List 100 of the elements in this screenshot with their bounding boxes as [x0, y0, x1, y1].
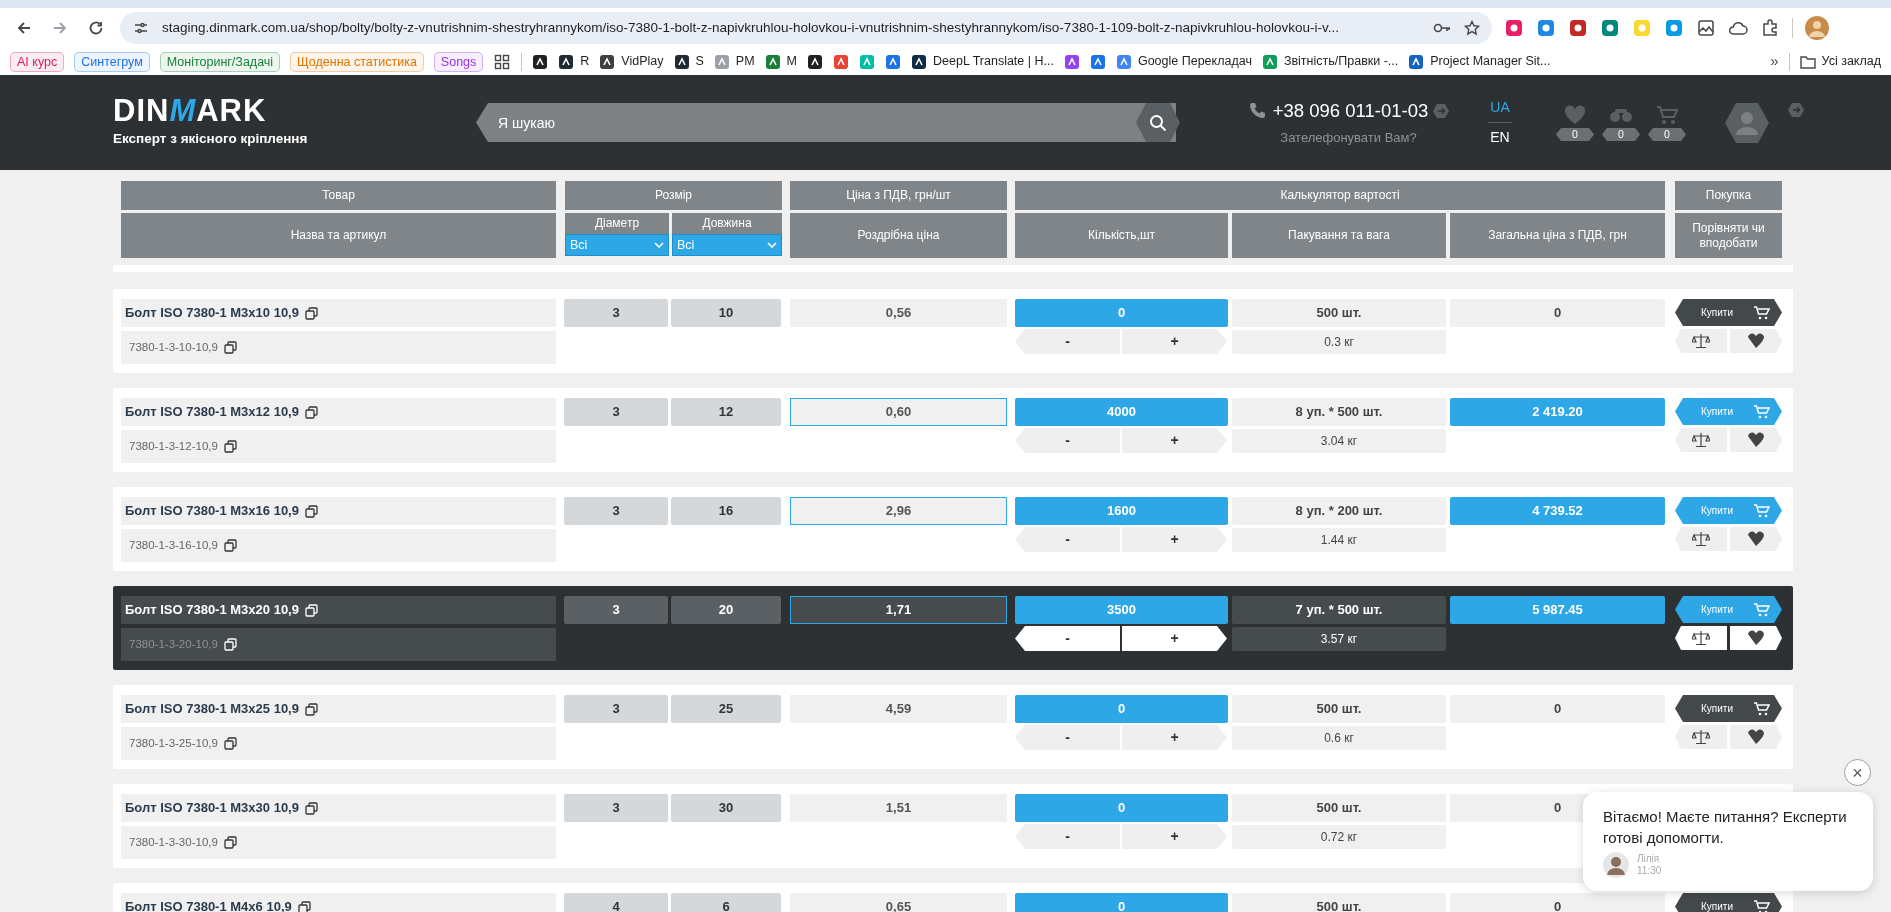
bookmark-tag[interactable]: Моніторинг/Задачі — [159, 51, 281, 72]
copy-icon[interactable] — [304, 405, 318, 419]
packing-cell: 500 шт. — [1232, 695, 1446, 723]
wishlist-button[interactable] — [1730, 626, 1782, 650]
extension-icon[interactable] — [1568, 18, 1588, 38]
search-field[interactable]: Я шукаю — [476, 103, 1176, 142]
weight-cell: 1.44 кг — [1232, 528, 1446, 552]
column-header: Кількість,шт — [1015, 213, 1228, 258]
heart-icon — [1747, 531, 1765, 547]
compare-button[interactable] — [1675, 725, 1727, 749]
copy-icon[interactable] — [304, 306, 318, 320]
puzzle-icon[interactable] — [1760, 18, 1780, 38]
logo[interactable]: DINMARK — [113, 95, 267, 128]
cart-icon — [1754, 899, 1770, 912]
total-cell: 2 419.20 — [1450, 398, 1665, 426]
compare-button[interactable] — [1675, 329, 1727, 353]
caret-icon — [654, 242, 664, 248]
bookmark-link[interactable]: M — [764, 52, 798, 71]
bookmark-link[interactable]: Звітність/Правки -... — [1261, 52, 1399, 71]
decrease-button[interactable]: - — [1015, 824, 1120, 849]
bookmark-link[interactable]: S — [673, 52, 704, 71]
copy-icon[interactable] — [223, 341, 237, 354]
copy-icon[interactable] — [297, 900, 311, 912]
extension-icon[interactable] — [1536, 18, 1556, 38]
wishlist-button[interactable] — [1730, 329, 1782, 353]
copy-icon[interactable] — [304, 603, 318, 617]
language-option[interactable]: UA — [1490, 97, 1510, 118]
decrease-button[interactable]: - — [1015, 428, 1120, 453]
callback-link[interactable]: Зателефонувати Вам? — [1280, 128, 1417, 148]
bookmark-link[interactable]: DeepL Translate | H... — [911, 52, 1054, 71]
phone-number[interactable]: +38 096 011-01-03 — [1272, 97, 1429, 126]
scales-icon — [1692, 630, 1710, 646]
extension-icon[interactable] — [1664, 18, 1684, 38]
bookmark-favicon[interactable] — [532, 53, 549, 70]
extension-icon[interactable] — [1600, 18, 1620, 38]
product-row[interactable]: Болт ISO 7380-1 M3x16 10,9 7380-1-3-16-10,9 3 16 2,96 1600 - + 8 уп. * 200 шт. 1.44 кг 4 739.52 Купити — [113, 487, 1793, 571]
increase-button[interactable]: + — [1122, 626, 1227, 651]
more-bookmarks-button[interactable]: » — [1770, 50, 1779, 73]
copy-icon[interactable] — [223, 539, 237, 552]
copy-icon[interactable] — [304, 801, 318, 815]
wishlist-button[interactable] — [1730, 527, 1782, 551]
product-row[interactable]: Болт ISO 7380-1 M3x25 10,9 7380-1-3-25-10,9 3 25 4,59 0 - + 500 шт. 0.6 кг 0 Купити — [113, 685, 1793, 769]
increase-button[interactable]: + — [1122, 329, 1227, 354]
decrease-button[interactable]: - — [1015, 329, 1120, 354]
product-row[interactable]: Болт ISO 7380-1 M3x10 10,9 7380-1-3-10-10,9 3 10 0,56 0 - + 500 шт. 0.3 кг 0 Купити — [113, 289, 1793, 373]
wishlist-button[interactable] — [1730, 428, 1782, 452]
language-option[interactable]: EN — [1490, 127, 1510, 148]
increase-button[interactable]: + — [1122, 527, 1227, 552]
weight-cell: 0.6 кг — [1232, 726, 1446, 750]
compare-button[interactable] — [1675, 626, 1727, 650]
copy-icon[interactable] — [304, 702, 318, 716]
product-row[interactable]: Болт ISO 7380-1 M3x20 10,9 7380-1-3-20-10,9 3 20 1,71 3500 - + 7 уп. * 500 шт. 3.57 кг 5 987.45 Купити — [113, 586, 1793, 670]
increase-button[interactable]: + — [1122, 428, 1227, 453]
bookmark-link[interactable]: Project Manager Sit... — [1408, 52, 1551, 71]
bookmark-link[interactable]: R — [558, 52, 590, 71]
counter-badge: 0 — [1602, 128, 1640, 141]
heart-icon — [1747, 630, 1765, 646]
copy-icon[interactable] — [223, 836, 237, 849]
address-bar[interactable]: staging.dinmark.com.ua/shop/bolty/bolty-z-vnutrishnim-shestryhrannykom/iso-7380-1-bolt-z-napivkruhlou-holovkou-i-vnutrishnim-shestyhrannykom/iso-7380-1-109-bolt-z-napivkruhlou-holovkou-i-v... — [120, 12, 1492, 44]
compare-button[interactable] — [1675, 527, 1727, 551]
bookmark-link[interactable]: VidPlay — [599, 52, 664, 71]
increase-button[interactable]: + — [1122, 725, 1227, 750]
product-code: 7380-1-3-25-10,9 — [129, 735, 218, 751]
image-icon[interactable] — [1696, 18, 1716, 38]
diameter-cell: 4 — [564, 893, 668, 912]
decrease-button[interactable]: - — [1015, 725, 1120, 750]
user-avatar[interactable] — [1724, 101, 1770, 144]
buy-button[interactable]: Купити — [1675, 695, 1782, 722]
column-header: Ціна з ПДВ, грн/шт — [790, 181, 1007, 210]
buy-button[interactable]: Купити — [1675, 893, 1782, 912]
star-icon[interactable] — [1462, 18, 1482, 38]
copy-icon[interactable] — [223, 638, 237, 651]
copy-icon[interactable] — [304, 504, 318, 518]
increase-button[interactable]: + — [1122, 824, 1227, 849]
extension-icon[interactable] — [1504, 18, 1524, 38]
counter-badge: 0 — [1648, 128, 1686, 141]
bookmark-link[interactable]: PM — [713, 52, 755, 71]
decrease-button[interactable]: - — [1015, 626, 1120, 651]
caret-icon — [767, 242, 777, 248]
bookmark-tag[interactable]: Songs — [433, 51, 484, 72]
total-cell: 0 — [1450, 893, 1665, 912]
diameter-cell: 3 — [564, 299, 668, 327]
bookmark-tag[interactable]: Синтегрум — [74, 51, 150, 72]
heart-icon — [1747, 333, 1765, 349]
profile-avatar[interactable] — [1805, 16, 1829, 40]
bookmark-tag[interactable]: AI курс — [10, 51, 65, 72]
copy-icon[interactable] — [223, 440, 237, 453]
apps-grid-icon[interactable] — [493, 52, 512, 71]
compare-button[interactable] — [1675, 428, 1727, 452]
all-bookmarks-link[interactable]: Усі заклад — [1799, 52, 1881, 71]
wishlist-button[interactable] — [1730, 725, 1782, 749]
close-button[interactable]: × — [1844, 759, 1871, 786]
bookmark-link[interactable]: Google Перекладач — [1115, 52, 1252, 71]
copy-icon[interactable] — [223, 737, 237, 750]
decrease-button[interactable]: - — [1015, 527, 1120, 552]
column-header: Порівняти чи вподобати — [1675, 213, 1782, 258]
product-row[interactable]: Болт ISO 7380-1 M3x12 10,9 7380-1-3-12-10,9 3 12 0,60 4000 - + 8 уп. * 500 шт. 3.04 кг 2 419.20 Купити — [113, 388, 1793, 472]
bookmark-favicon[interactable] — [807, 53, 824, 70]
buy-button[interactable]: Купити — [1675, 299, 1782, 326]
scales-icon — [1692, 729, 1710, 745]
